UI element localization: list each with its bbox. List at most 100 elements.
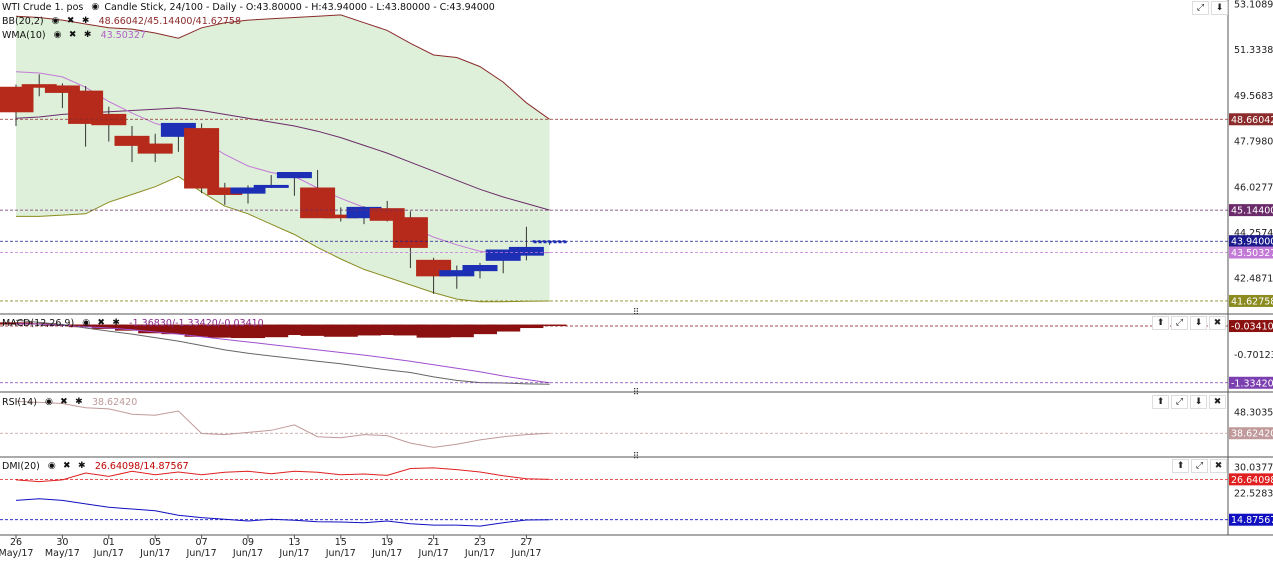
dmi-tag-label: 26.64098 [1231,475,1273,486]
candle [439,270,475,277]
move-down-icon[interactable]: ⬇ [1190,316,1207,330]
rsi-header: RSI(14) ◉ ✖ ✱ 38.62420 [2,396,137,409]
eye-icon[interactable]: ◉ [52,29,64,42]
close-icon[interactable]: ✖ [67,29,79,42]
candle [253,184,289,188]
x-day-label: 27 [520,537,532,548]
candle [230,187,266,194]
wma-header: WMA(10) ◉ ✖ ✱ 43.50327 [2,29,146,42]
macd-header: MACD(12,26,9) ◉ ✖ ✱ -1.36830/-1.33420/-0… [2,317,264,330]
move-up-icon[interactable]: ⬆ [1152,316,1169,330]
gear-icon[interactable]: ✱ [110,317,122,330]
move-up-icon[interactable]: ⬆ [1152,395,1169,409]
close-icon[interactable]: ✖ [58,396,70,409]
gear-icon[interactable]: ✱ [73,396,85,409]
candle [276,172,312,179]
close-icon[interactable]: ✖ [1209,316,1226,330]
x-month-label: Jun/17 [232,548,263,559]
x-day-label: 23 [474,537,486,548]
eye-icon[interactable]: ◉ [46,460,58,473]
x-month-label: Jun/17 [418,548,449,559]
x-month-label: Jun/17 [464,548,495,559]
price-tick-label: 53.10890 [1234,0,1273,10]
x-day-label: 19 [381,537,393,548]
expand-icon[interactable]: ⤢ [1171,395,1188,409]
main-pane-tools: ⤢ ⬇ [1192,1,1228,15]
macd-label: MACD(12,26,9) [2,318,75,329]
x-day-label: 13 [288,537,300,548]
x-day-label: 30 [56,537,68,548]
eye-icon[interactable]: ◉ [89,1,101,14]
x-month-label: Jun/17 [510,548,541,559]
expand-icon[interactable]: ⤢ [1192,1,1209,15]
x-month-label: May/17 [45,548,80,559]
rsi-tick-label: 48.30354 [1234,407,1273,418]
gear-icon[interactable]: ✱ [80,15,92,28]
gear-icon[interactable]: ✱ [82,29,94,42]
dmi-tick-label: 22.52834 [1234,488,1273,499]
price-tick-label: 49.56830 [1234,91,1273,102]
x-month-label: Jun/17 [325,548,356,559]
x-day-label: 26 [10,537,22,548]
dmi-tag-label: 14.87567 [1231,515,1273,526]
x-month-label: Jun/17 [139,548,170,559]
macd-tag-label: -1.33420 [1231,378,1273,389]
chart-type-label: Candle Stick, 24/100 - Daily - O:43.8000… [104,2,495,13]
price-tag-label: 41.62758 [1231,296,1273,307]
x-day-label: 15 [335,537,347,548]
x-day-label: 21 [428,537,440,548]
price-tick-label: 47.79801 [1234,137,1273,148]
candle [300,187,336,219]
close-icon[interactable]: ✖ [61,460,73,473]
x-month-label: Jun/17 [186,548,217,559]
move-up-icon[interactable]: ⬆ [1172,459,1189,473]
candle [0,86,34,113]
price-tick-label: 42.48712 [1234,274,1273,285]
rsi-pane-tools: ⬆ ⤢ ⬇ ✖ [1152,395,1226,409]
macd-tag-label: -0.03410 [1231,322,1273,333]
move-down-icon[interactable]: ⬇ [1211,1,1228,15]
wma-value: 43.50327 [100,30,146,41]
expand-icon[interactable]: ⤢ [1191,459,1208,473]
close-icon[interactable]: ✖ [65,15,77,28]
x-day-label: 07 [196,537,208,548]
close-icon[interactable]: ✖ [1209,395,1226,409]
price-tag-label: 48.66042 [1231,115,1273,126]
dmi-values: 26.64098/14.87567 [94,461,189,472]
pane-resize-handle[interactable]: ⠿ [630,308,642,318]
close-icon[interactable]: ✖ [1210,459,1227,473]
macd-values: -1.36830/-1.33420/-0.03410 [129,318,264,329]
chart-canvas[interactable]: 53.10890 51.33384 49.56830 47.79801 46.02771… [0,0,1273,575]
bollinger-band-fill [16,14,550,302]
pane-resize-handle[interactable]: ⠿ [630,388,642,398]
main-pane-header: WTI Crude 1. pos ◉ Candle Stick, 24/100 … [2,1,498,14]
price-tag-label: 43.50327 [1231,248,1273,259]
eye-icon[interactable]: ◉ [50,15,62,28]
price-tick-label: 51.33384 [1234,45,1273,56]
candle [184,128,220,189]
close-icon[interactable]: ✖ [95,317,107,330]
x-month-label: Jun/17 [278,548,309,559]
eye-icon[interactable]: ◉ [80,317,92,330]
dmi-label: DMI(20) [2,461,40,472]
x-day-label: 05 [149,537,161,548]
price-tag-label: 45.14400 [1231,206,1273,217]
dmi-minus-line [15,498,550,527]
x-month-label: Jun/17 [93,548,124,559]
gear-icon[interactable]: ✱ [76,460,88,473]
bb-values: 48.66042/45.14400/41.62758 [98,16,241,27]
wma-label: WMA(10) [2,30,46,41]
x-day-label: 09 [242,537,254,548]
dmi-pane-tools: ⬆ ⤢ ✖ [1172,459,1227,473]
macd-pane-tools: ⬆ ⤢ ⬇ ✖ [1152,316,1226,330]
price-tag-label: 43.94000 [1231,237,1273,248]
candle [462,265,498,272]
expand-icon[interactable]: ⤢ [1171,316,1188,330]
macd-tick-label: -0.70123 [1234,350,1273,361]
eye-icon[interactable]: ◉ [43,396,55,409]
pane-resize-handle[interactable]: ⠿ [630,452,642,462]
rsi-label: RSI(14) [2,397,37,408]
rsi-value: 38.62420 [91,397,138,408]
move-down-icon[interactable]: ⬇ [1190,395,1207,409]
candle [508,246,544,256]
